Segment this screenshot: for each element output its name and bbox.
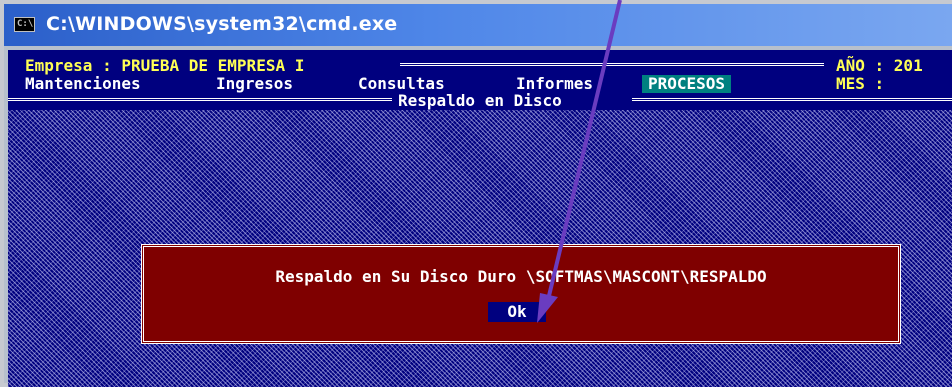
menu-ingresos[interactable]: Ingresos xyxy=(216,75,293,93)
backup-dialog: Respaldo en Su Disco Duro \SOFTMAS\MASCO… xyxy=(141,244,901,344)
section-divider-left xyxy=(8,98,392,101)
company-label: Empresa : PRUEBA DE EMPRESA I xyxy=(25,56,305,75)
console-area: Empresa : PRUEBA DE EMPRESA I AÑO : 201 … xyxy=(8,50,952,387)
header-divider xyxy=(400,63,824,66)
menu-mantenciones[interactable]: Mantenciones xyxy=(25,75,141,93)
month-label: MES : xyxy=(836,74,885,93)
section-title: Respaldo en Disco xyxy=(398,91,562,110)
ok-button[interactable]: Ok xyxy=(488,302,546,322)
menu-procesos[interactable]: PROCESOS xyxy=(642,75,732,93)
section-divider-right xyxy=(632,98,952,101)
cmd-icon: C:\ xyxy=(14,17,35,32)
menu-bar: Empresa : PRUEBA DE EMPRESA I AÑO : 201 … xyxy=(8,50,952,110)
window-title: C:\WINDOWS\system32\cmd.exe xyxy=(46,13,398,35)
title-bar[interactable]: C:\ C:\WINDOWS\system32\cmd.exe xyxy=(4,4,952,46)
year-label: AÑO : 201 xyxy=(836,56,923,75)
dialog-message: Respaldo en Su Disco Duro \SOFTMAS\MASCO… xyxy=(275,267,767,286)
